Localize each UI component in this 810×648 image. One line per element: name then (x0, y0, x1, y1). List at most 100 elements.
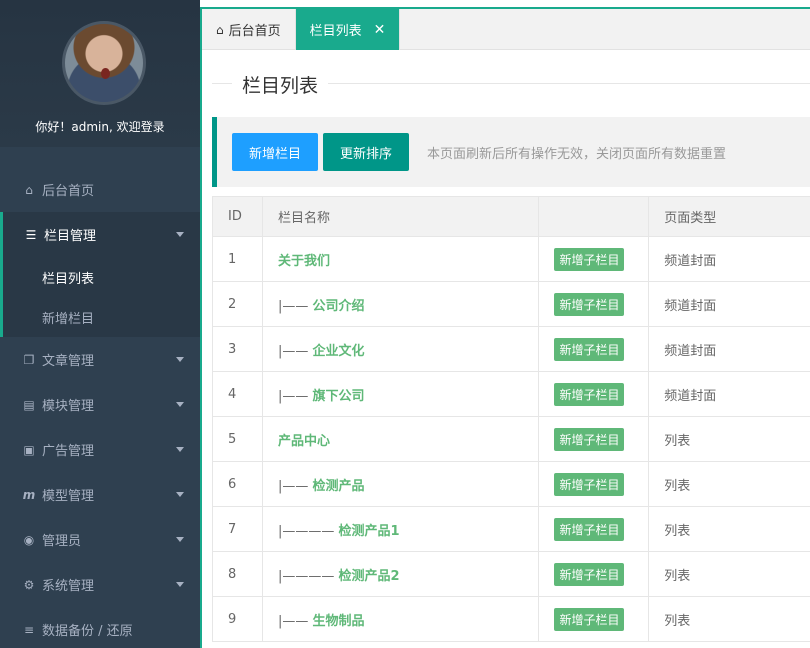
tab-label: 栏目列表 (309, 24, 362, 39)
tree-prefix: |———— (277, 523, 339, 539)
table-header-row: ID 栏目名称 页面类型 (212, 196, 810, 237)
cell-name: 产品中心 (261, 416, 540, 462)
column-name[interactable]: 检测产品2 (338, 569, 399, 584)
avatar[interactable] (62, 21, 146, 105)
tab-column-list[interactable]: 栏目列表 ✕ (295, 9, 401, 50)
sidebar-item-label: 栏目管理 (44, 229, 97, 244)
home-icon: ⌂ (25, 182, 33, 197)
header-action (538, 196, 650, 237)
cell-name: |———— 检测产品2 (261, 551, 540, 597)
sidebar-item-admins[interactable]: ◉ 管理员 (0, 517, 200, 562)
toolbar-tip: 本页面刷新后所有操作无效，关闭页面所有数据重置 (427, 146, 727, 162)
sidebar: 你好！admin, 欢迎登录 ⌂ 后台首页 ☰ 栏目管理 栏目列表 新增栏目 ❐… (0, 0, 200, 648)
welcome-text: 你好！admin, 欢迎登录 (35, 120, 165, 134)
cell-id: 9 (212, 596, 263, 642)
column-name[interactable]: 检测产品1 (338, 524, 399, 539)
tree-prefix: |—— (277, 478, 313, 494)
sidebar-item-home[interactable]: ⌂ 后台首页 (0, 167, 200, 212)
sidebar-item-label: 模块管理 (42, 399, 95, 414)
column-name[interactable]: 产品中心 (278, 434, 330, 449)
cell-type: 频道封面 (648, 236, 810, 282)
image-icon: ▣ (23, 442, 35, 457)
tree-prefix: |———— (277, 568, 339, 584)
cell-id: 2 (212, 281, 263, 327)
sidebar-item-label: 文章管理 (42, 354, 95, 369)
cell-id: 5 (212, 416, 263, 462)
column-name[interactable]: 旗下公司 (312, 389, 364, 404)
tree-prefix: |—— (277, 613, 313, 629)
table-row: 5 产品中心 新增子栏目 列表 (212, 416, 810, 462)
add-subcolumn-button[interactable]: 新增子栏目 (554, 472, 625, 496)
chevron-down-icon (176, 402, 184, 407)
sidebar-item-column-management[interactable]: ☰ 栏目管理 (0, 212, 200, 257)
sidebar-menu: ⌂ 后台首页 ☰ 栏目管理 栏目列表 新增栏目 ❐ 文章管理 ▤ 模块管理 ▣ … (0, 167, 200, 648)
sidebar-item-ads[interactable]: ▣ 广告管理 (0, 427, 200, 472)
sidebar-item-label: 后台首页 (42, 184, 95, 199)
toolbar: 新增栏目 更新排序 本页面刷新后所有操作无效，关闭页面所有数据重置 (212, 117, 810, 187)
add-subcolumn-button[interactable]: 新增子栏目 (554, 382, 625, 406)
copy-icon: ❐ (23, 352, 35, 367)
cell-id: 6 (212, 461, 263, 507)
add-column-button[interactable]: 新增栏目 (232, 133, 319, 171)
cell-id: 7 (212, 506, 263, 552)
cell-name: |—— 旗下公司 (261, 371, 540, 417)
cogs-icon: ⚙ (23, 577, 35, 592)
add-subcolumn-button[interactable]: 新增子栏目 (554, 247, 625, 271)
cell-name: |—— 企业文化 (261, 326, 540, 372)
column-name[interactable]: 检测产品 (312, 479, 364, 494)
sidebar-item-modules[interactable]: ▤ 模块管理 (0, 382, 200, 427)
home-icon: ⌂ (216, 22, 224, 37)
profile-panel: 你好！admin, 欢迎登录 (0, 0, 200, 147)
cell-type: 列表 (648, 461, 810, 507)
add-subcolumn-button[interactable]: 新增子栏目 (554, 427, 625, 451)
cell-type: 列表 (648, 416, 810, 462)
sidebar-item-label: 系统管理 (42, 579, 95, 594)
cell-type: 列表 (648, 596, 810, 642)
header-id: ID (212, 196, 263, 237)
sidebar-item-articles[interactable]: ❐ 文章管理 (0, 337, 200, 382)
tab-label: 后台首页 (228, 24, 281, 39)
chevron-down-icon (176, 492, 184, 497)
sidebar-subitem-column-list[interactable]: 栏目列表 (3, 257, 200, 297)
page-title-legend: 栏目列表 (212, 71, 810, 98)
column-name[interactable]: 企业文化 (312, 344, 364, 359)
module-icon: ▤ (23, 397, 35, 412)
main-panel: ⌂ 后台首页 栏目列表 ✕ 栏目列表 新增栏目 更新排序 本页面刷新后所有操作无… (200, 7, 810, 648)
close-icon[interactable]: ✕ (374, 22, 386, 38)
update-sort-button[interactable]: 更新排序 (323, 133, 410, 171)
cell-action: 新增子栏目 (538, 371, 650, 417)
cell-type: 频道封面 (648, 326, 810, 372)
cell-action: 新增子栏目 (538, 326, 650, 372)
add-subcolumn-button[interactable]: 新增子栏目 (554, 562, 625, 586)
table-row: 8 |———— 检测产品2 新增子栏目 列表 (212, 551, 810, 597)
table-row: 3 |—— 企业文化 新增子栏目 频道封面 (212, 326, 810, 372)
header-type: 页面类型 (648, 196, 810, 237)
column-name[interactable]: 关于我们 (278, 254, 330, 269)
tree-prefix: |—— (277, 388, 313, 404)
header-name: 栏目名称 (261, 196, 540, 237)
submenu: 栏目列表 新增栏目 (0, 257, 200, 337)
column-table: ID 栏目名称 页面类型 1 关于我们 新增子栏目 频道封面 2 |—— 公司介… (212, 196, 810, 642)
sidebar-item-models[interactable]: m 模型管理 (0, 472, 200, 517)
sidebar-item-backup[interactable]: ≡ 数据备份 / 还原 (0, 607, 200, 648)
tab-bar: ⌂ 后台首页 栏目列表 ✕ (202, 9, 810, 50)
sidebar-item-system[interactable]: ⚙ 系统管理 (0, 562, 200, 607)
sidebar-item-label: 广告管理 (42, 444, 95, 459)
cell-type: 频道封面 (648, 281, 810, 327)
model-icon: m (22, 487, 36, 502)
add-subcolumn-button[interactable]: 新增子栏目 (554, 607, 625, 631)
add-subcolumn-button[interactable]: 新增子栏目 (554, 517, 625, 541)
column-name[interactable]: 生物制品 (312, 614, 364, 629)
list-icon: ☰ (25, 227, 37, 242)
add-subcolumn-button[interactable]: 新增子栏目 (554, 337, 625, 361)
table-row: 4 |—— 旗下公司 新增子栏目 频道封面 (212, 371, 810, 417)
cell-name: |—— 生物制品 (261, 596, 540, 642)
tab-home[interactable]: ⌂ 后台首页 (202, 9, 296, 50)
cell-name: 关于我们 (261, 236, 540, 282)
cell-action: 新增子栏目 (538, 236, 650, 282)
add-subcolumn-button[interactable]: 新增子栏目 (554, 292, 625, 316)
table-row: 9 |—— 生物制品 新增子栏目 列表 (212, 596, 810, 642)
column-name[interactable]: 公司介绍 (312, 299, 364, 314)
sidebar-subitem-add-column[interactable]: 新增栏目 (3, 297, 200, 337)
table-body: 1 关于我们 新增子栏目 频道封面 2 |—— 公司介绍 新增子栏目 频道封面 … (212, 236, 810, 642)
